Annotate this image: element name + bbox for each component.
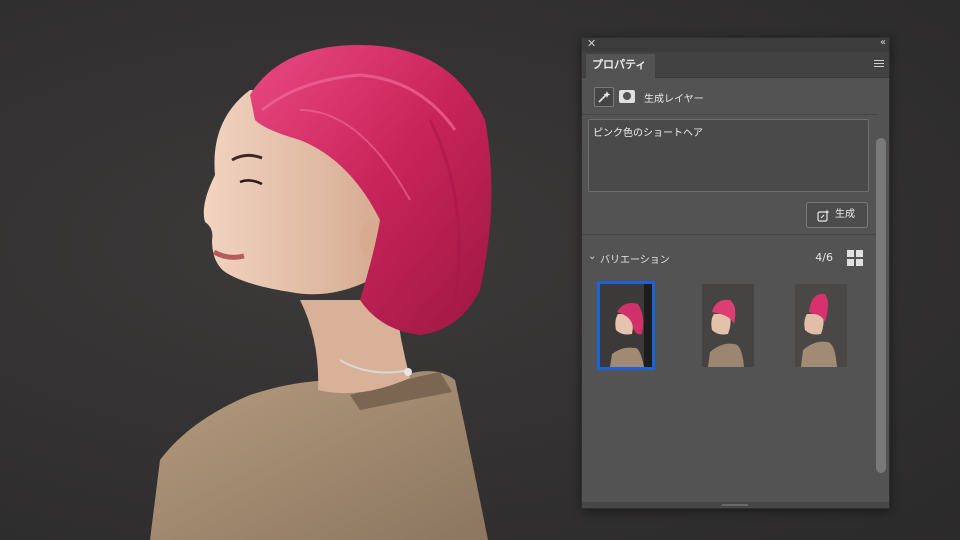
grid-view-icon[interactable]: [847, 250, 863, 266]
variations-title: バリエーション: [600, 255, 670, 266]
variation-thumbnail-2[interactable]: [702, 284, 754, 367]
prompt-input[interactable]: ピンク色のショートヘア: [588, 119, 869, 192]
properties-panel: ✕ ‹‹ プロパティ 生成レイヤー ピンク色のショートヘア 生成 ⌄ バリエーシ…: [581, 37, 890, 509]
generate-icon: [817, 209, 830, 222]
hamburger-menu-icon[interactable]: [874, 60, 884, 68]
panel-resize-grip[interactable]: [582, 502, 889, 508]
panel-top-bar: ✕ ‹‹: [582, 37, 889, 52]
sparkle-wand-icon[interactable]: [594, 87, 614, 107]
layer-mask-icon[interactable]: [619, 90, 635, 103]
layer-type-label: 生成レイヤー: [644, 94, 704, 105]
double-chevron-icon[interactable]: ‹‹: [880, 37, 886, 48]
tab-properties[interactable]: プロパティ: [586, 54, 655, 79]
generate-button-label: 生成: [835, 209, 855, 220]
variations-header[interactable]: ⌄ バリエーション 4/6: [588, 250, 863, 266]
divider: [582, 234, 878, 235]
chevron-down-icon[interactable]: ⌄: [588, 251, 596, 262]
divider: [582, 114, 878, 115]
layer-type-row: 生成レイヤー: [594, 87, 874, 107]
panel-scrollbar[interactable]: [876, 138, 886, 473]
panel-tab-bar: プロパティ: [582, 52, 889, 79]
close-icon[interactable]: ✕: [587, 37, 596, 50]
generate-button[interactable]: 生成: [806, 202, 868, 228]
variation-thumbnail-1[interactable]: [597, 281, 655, 370]
variations-count: 4/6: [815, 251, 833, 264]
variation-thumbnail-3[interactable]: [795, 284, 847, 367]
